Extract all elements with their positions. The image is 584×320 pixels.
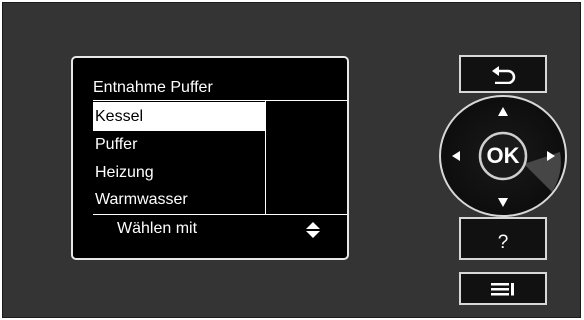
menu-item-heizung[interactable]: Heizung <box>93 158 265 187</box>
help-button[interactable]: ? <box>459 217 547 260</box>
menu-item-puffer[interactable]: Puffer <box>93 130 265 159</box>
menu-item-warmwasser[interactable]: Warmwasser <box>93 185 265 214</box>
nav-right-button[interactable] <box>543 148 559 164</box>
ok-label: OK <box>486 143 520 168</box>
title-divider <box>93 100 347 101</box>
back-button[interactable] <box>459 55 547 93</box>
arrow-up-icon <box>498 107 508 116</box>
arrow-down-icon <box>498 198 508 207</box>
footer-text: Wählen mit <box>117 220 198 237</box>
screen-title: Entnahme Puffer <box>93 79 213 96</box>
arrow-right-icon <box>547 151 555 161</box>
arrow-left-icon <box>452 151 460 161</box>
list-divider <box>265 101 266 214</box>
footer-divider <box>93 214 347 215</box>
menu-button[interactable] <box>459 272 547 305</box>
up-down-select-icon <box>306 222 320 238</box>
back-arrow-icon <box>492 66 516 84</box>
display-screen: Entnahme Puffer Kessel Puffer Heizung Wa… <box>71 56 349 260</box>
nav-up-button[interactable] <box>495 104 511 120</box>
nav-down-button[interactable] <box>495 194 511 210</box>
menu-item-kessel[interactable]: Kessel <box>93 102 265 131</box>
help-label: ? <box>497 232 509 253</box>
nav-left-button[interactable] <box>448 148 464 164</box>
ok-button[interactable]: OK <box>480 133 526 179</box>
menu-icon <box>491 283 514 296</box>
